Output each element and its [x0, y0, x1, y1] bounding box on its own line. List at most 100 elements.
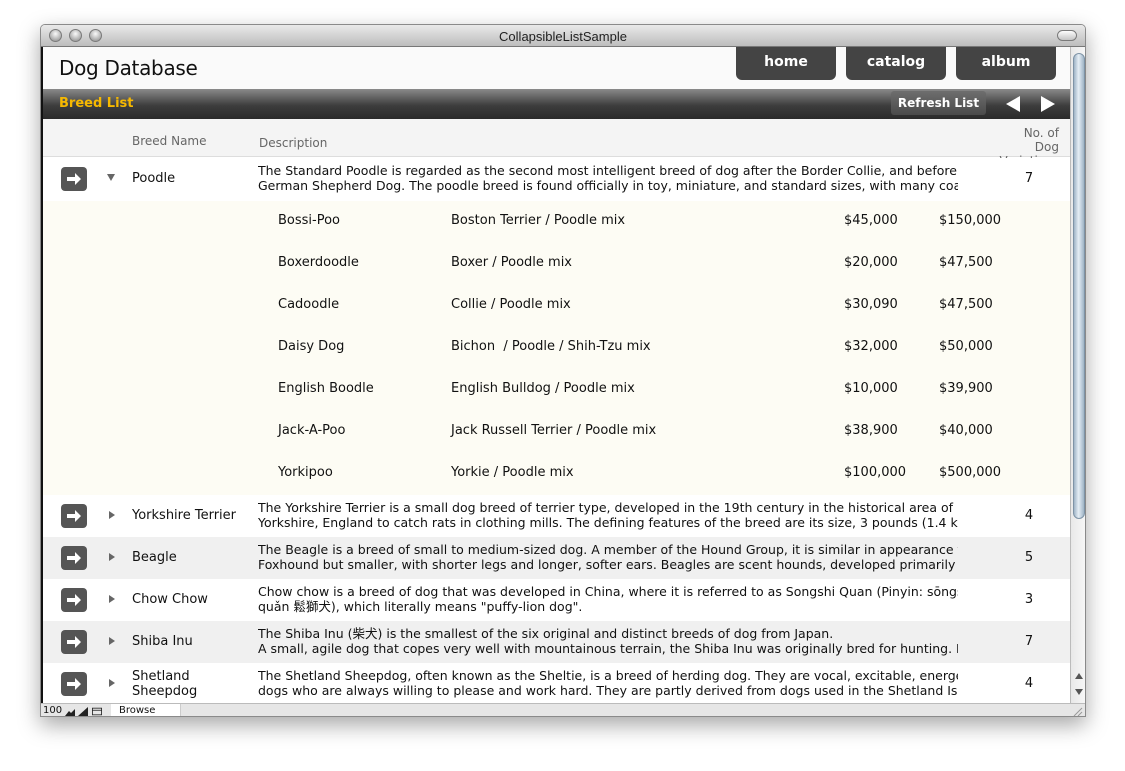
price-low: $32,000 [844, 339, 898, 354]
resize-grip-icon[interactable] [1071, 705, 1083, 717]
breed-description: The Standard Poodle is regarded as the s… [258, 163, 958, 193]
zoom-in-mountain-icon[interactable] [78, 707, 88, 716]
description-line: dogs who are always willing to please an… [258, 683, 958, 698]
disclosure-triangle-closed-icon[interactable] [109, 553, 115, 561]
description-line: Chow chow is a breed of dog that was dev… [258, 584, 958, 599]
disclosure-triangle-closed-icon[interactable] [109, 511, 115, 519]
variation-name: Daisy Dog [278, 339, 345, 354]
go-button[interactable] [61, 504, 87, 528]
variation-row: Cadoodle Collie / Poodle mix $30,090 $47… [43, 285, 1070, 327]
app-title: Dog Database [59, 56, 198, 80]
breed-name: Beagle [132, 550, 177, 565]
table-row[interactable]: Shiba Inu The Shiba Inu (柴犬) is the smal… [43, 621, 1070, 663]
vertical-scrollbar[interactable] [1070, 47, 1085, 703]
variation-count: 4 [1024, 676, 1034, 691]
app-header: Dog Database home catalog album [43, 47, 1070, 89]
variation-name: English Boodle [278, 381, 374, 396]
table-row[interactable]: Poodle The Standard Poodle is regarded a… [43, 158, 1070, 200]
status-bar: 100 Browse [41, 703, 1085, 717]
table-row[interactable]: Beagle The Beagle is a breed of small to… [43, 537, 1070, 579]
column-description: Description [259, 136, 328, 150]
expanded-variations: Bossi-Poo Boston Terrier / Poodle mix $4… [43, 201, 1070, 495]
variation-row: Jack-A-Poo Jack Russell Terrier / Poodle… [43, 411, 1070, 453]
variation-mix: Boxer / Poodle mix [451, 255, 572, 270]
column-header: Breed Name Description No. of Dog Variat… [43, 119, 1070, 168]
arrow-right-icon [67, 173, 81, 185]
variation-name: Yorkipoo [278, 465, 333, 480]
price-high: $50,000 [939, 339, 993, 354]
breed-name-line: Sheepdog [132, 684, 198, 699]
breed-description: The Beagle is a breed of small to medium… [258, 542, 958, 572]
price-high: $150,000 [939, 213, 1002, 228]
column-breed-name: Breed Name [132, 134, 207, 148]
scrollbar-thumb[interactable] [1073, 53, 1085, 519]
description-line: quǎn 鬆獅犬), which literally means "puffy-… [258, 599, 583, 614]
description-line: Yorkshire, England to catch rats in clot… [258, 515, 958, 530]
breed-name: Shiba Inu [132, 634, 193, 649]
description-line: The Standard Poodle is regarded as the s… [258, 163, 958, 178]
variation-mix: English Bulldog / Poodle mix [451, 381, 635, 396]
price-high: $40,000 [939, 423, 993, 438]
arrow-right-icon [67, 594, 81, 606]
price-high: $47,500 [939, 255, 993, 270]
go-button[interactable] [61, 672, 87, 696]
nav-album-button[interactable]: album [956, 47, 1056, 80]
arrow-right-icon [67, 636, 81, 648]
description-line: The Beagle is a breed of small to medium… [258, 542, 958, 557]
nav-home-button[interactable]: home [736, 47, 836, 80]
zoom-level[interactable]: 100 [43, 705, 62, 716]
variation-count: 3 [1024, 592, 1034, 607]
refresh-list-button[interactable]: Refresh List [891, 91, 986, 115]
scroll-down-arrow-icon[interactable] [1075, 689, 1083, 695]
variation-row: Yorkipoo Yorkie / Poodle mix $100,000 $5… [43, 453, 1070, 495]
arrow-right-icon [67, 510, 81, 522]
arrow-right-icon [67, 552, 81, 564]
triangle-right-icon[interactable] [1041, 96, 1055, 112]
disclosure-triangle-closed-icon[interactable] [109, 637, 115, 645]
variation-mix: Bichon / Poodle / Shih-Tzu mix [451, 339, 651, 354]
zoom-out-mountain-icon[interactable] [65, 707, 75, 716]
toggle-status-area-icon[interactable] [92, 707, 102, 716]
disclosure-triangle-closed-icon[interactable] [109, 679, 115, 687]
section-title: Breed List [59, 96, 134, 111]
variation-count: 7 [1024, 634, 1034, 649]
variation-count: 4 [1024, 508, 1034, 523]
variation-row: English Boodle English Bulldog / Poodle … [43, 369, 1070, 411]
toolbar-toggle-button[interactable] [1057, 30, 1077, 41]
go-button[interactable] [61, 167, 87, 191]
variation-row: Bossi-Poo Boston Terrier / Poodle mix $4… [43, 201, 1070, 243]
price-low: $45,000 [844, 213, 898, 228]
variation-count: 7 [1024, 171, 1034, 186]
variation-mix: Boston Terrier / Poodle mix [451, 213, 626, 228]
variation-count: 5 [1024, 550, 1034, 565]
mode-selector[interactable]: Browse [111, 704, 181, 716]
title-bar: CollapsibleListSample [41, 25, 1085, 47]
go-button[interactable] [61, 546, 87, 570]
disclosure-triangle-open-icon[interactable] [107, 174, 115, 181]
table-row[interactable]: Chow Chow Chow chow is a breed of dog th… [43, 579, 1070, 621]
table-row[interactable]: Yorkshire Terrier The Yorkshire Terrier … [43, 495, 1070, 537]
variation-row: Daisy Dog Bichon / Poodle / Shih-Tzu mix… [43, 327, 1070, 369]
breed-name: Yorkshire Terrier [132, 508, 236, 523]
breed-description: The Shetland Sheepdog, often known as th… [258, 668, 958, 698]
price-low: $100,000 [844, 465, 907, 480]
variation-name: Boxerdoodle [278, 255, 359, 270]
go-button[interactable] [61, 630, 87, 654]
triangle-left-icon[interactable] [1006, 96, 1020, 112]
description-line: A small, agile dog that copes very well … [258, 641, 958, 656]
go-button[interactable] [61, 588, 87, 612]
breed-list-bar: Breed List Refresh List [43, 89, 1070, 119]
column-count-line1: No. of Dog [1023, 126, 1059, 154]
price-high: $39,900 [939, 381, 993, 396]
scroll-up-arrow-icon[interactable] [1075, 673, 1083, 679]
breed-name: Shetland Sheepdog [132, 669, 252, 699]
table-row[interactable]: Shetland Sheepdog The Shetland Sheepdog,… [43, 663, 1070, 703]
description-line: The Shetland Sheepdog, often known as th… [258, 668, 958, 683]
variation-name: Cadoodle [278, 297, 340, 312]
nav-catalog-button[interactable]: catalog [846, 47, 946, 80]
variation-mix: Jack Russell Terrier / Poodle mix [451, 423, 657, 438]
price-high: $47,500 [939, 297, 993, 312]
arrow-right-icon [67, 678, 81, 690]
window-title: CollapsibleListSample [499, 29, 627, 44]
disclosure-triangle-closed-icon[interactable] [109, 595, 115, 603]
